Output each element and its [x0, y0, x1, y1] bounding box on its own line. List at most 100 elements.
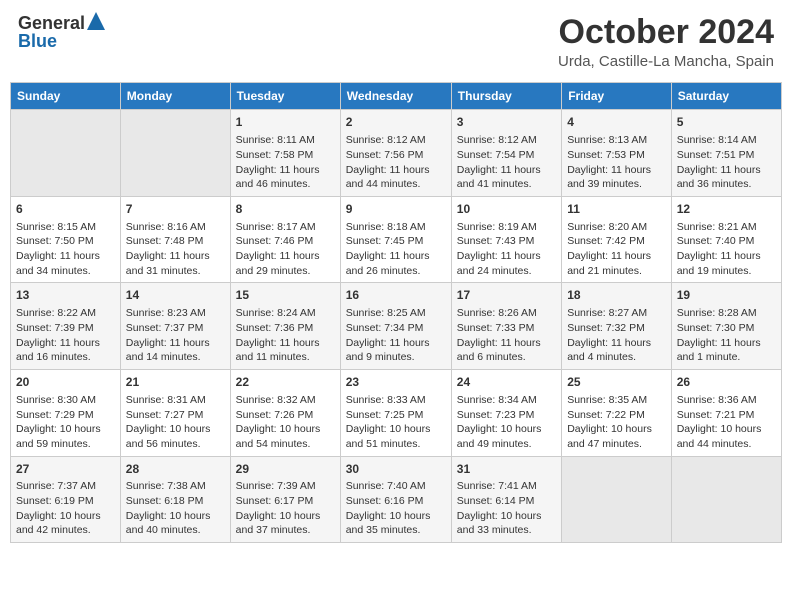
calendar-cell: 12Sunrise: 8:21 AM Sunset: 7:40 PM Dayli…: [671, 196, 781, 283]
calendar-cell: 11 Sunrise: 8:20 AM Sunset: 7:42 PM Dayli…: [562, 196, 672, 283]
logo-general-text: General: [18, 14, 85, 32]
calendar-cell: 3 Sunrise: 8:12 AM Sunset: 7:54 PM Daylig…: [451, 110, 561, 197]
calendar-cell: 27Sunrise: 7:37 AM Sunset: 6:19 PM Dayli…: [11, 456, 121, 543]
calendar-header-friday: Friday: [562, 83, 672, 110]
day-info: Sunrise: 8:17 AM Sunset: 7:46 PM Dayligh…: [236, 220, 335, 279]
calendar-cell: 6 Sunrise: 8:15 AM Sunset: 7:50 PM Daylig…: [11, 196, 121, 283]
calendar-cell: 1 Sunrise: 8:11 AM Sunset: 7:58 PM Daylig…: [230, 110, 340, 197]
day-number: 4: [567, 114, 666, 131]
calendar-cell: [562, 456, 672, 543]
day-info: Sunrise: 7:40 AM Sunset: 6:16 PM Dayligh…: [346, 479, 446, 538]
day-number: 28: [126, 461, 225, 478]
day-number: 30: [346, 461, 446, 478]
logo: General Blue: [18, 14, 105, 50]
day-number: 17: [457, 287, 556, 304]
calendar-header-saturday: Saturday: [671, 83, 781, 110]
day-info: Sunrise: 8:22 AM Sunset: 7:39 PM Dayligh…: [16, 306, 115, 365]
day-number: 15: [236, 287, 335, 304]
calendar-header-sunday: Sunday: [11, 83, 121, 110]
day-number: 13: [16, 287, 115, 304]
day-info: Sunrise: 7:38 AM Sunset: 6:18 PM Dayligh…: [126, 479, 225, 538]
logo-blue-text: Blue: [18, 32, 105, 50]
day-info: Sunrise: 8:14 AM Sunset: 7:51 PM Dayligh…: [677, 133, 776, 192]
calendar-cell: 29Sunrise: 7:39 AM Sunset: 6:17 PM Dayli…: [230, 456, 340, 543]
day-info: Sunrise: 8:32 AM Sunset: 7:26 PM Dayligh…: [236, 393, 335, 452]
day-info: Sunrise: 8:16 AM Sunset: 7:48 PM Dayligh…: [126, 220, 225, 279]
day-info: Sunrise: 8:13 AM Sunset: 7:53 PM Dayligh…: [567, 133, 666, 192]
calendar-cell: 18 Sunrise: 8:27 AM Sunset: 7:32 PM Dayli…: [562, 283, 672, 370]
calendar-cell: 20Sunrise: 8:30 AM Sunset: 7:29 PM Dayli…: [11, 370, 121, 457]
title-block: October 2024 Urda, Castille-La Mancha, S…: [558, 14, 774, 70]
day-info: Sunrise: 8:11 AM Sunset: 7:58 PM Dayligh…: [236, 133, 335, 192]
calendar-cell: 8 Sunrise: 8:17 AM Sunset: 7:46 PM Daylig…: [230, 196, 340, 283]
day-number: 31: [457, 461, 556, 478]
logo-triangle-icon: [87, 12, 105, 30]
day-info: Sunrise: 8:18 AM Sunset: 7:45 PM Dayligh…: [346, 220, 446, 279]
calendar-cell: 15Sunrise: 8:24 AM Sunset: 7:36 PM Dayli…: [230, 283, 340, 370]
day-number: 24: [457, 374, 556, 391]
calendar-header-row: SundayMondayTuesdayWednesdayThursdayFrid…: [11, 83, 782, 110]
day-info: Sunrise: 7:39 AM Sunset: 6:17 PM Dayligh…: [236, 479, 335, 538]
day-number: 21: [126, 374, 225, 391]
day-info: Sunrise: 8:20 AM Sunset: 7:42 PM Dayligh…: [567, 220, 666, 279]
calendar-cell: [11, 110, 121, 197]
calendar-week-row: 20Sunrise: 8:30 AM Sunset: 7:29 PM Dayli…: [11, 370, 782, 457]
calendar-cell: 30Sunrise: 7:40 AM Sunset: 6:16 PM Dayli…: [340, 456, 451, 543]
day-number: 5: [677, 114, 776, 131]
day-number: 6: [16, 201, 115, 218]
calendar-cell: 21 Sunrise: 8:31 AM Sunset: 7:27 PM Dayli…: [120, 370, 230, 457]
day-info: Sunrise: 8:27 AM Sunset: 7:32 PM Dayligh…: [567, 306, 666, 365]
day-info: Sunrise: 8:23 AM Sunset: 7:37 PM Dayligh…: [126, 306, 225, 365]
day-info: Sunrise: 8:12 AM Sunset: 7:56 PM Dayligh…: [346, 133, 446, 192]
day-info: Sunrise: 8:25 AM Sunset: 7:34 PM Dayligh…: [346, 306, 446, 365]
calendar-cell: 16 Sunrise: 8:25 AM Sunset: 7:34 PM Dayli…: [340, 283, 451, 370]
calendar-header-tuesday: Tuesday: [230, 83, 340, 110]
calendar-cell: 26Sunrise: 8:36 AM Sunset: 7:21 PM Dayli…: [671, 370, 781, 457]
calendar-cell: 4 Sunrise: 8:13 AM Sunset: 7:53 PM Daylig…: [562, 110, 672, 197]
calendar-cell: 14 Sunrise: 8:23 AM Sunset: 7:37 PM Dayli…: [120, 283, 230, 370]
calendar-cell: [120, 110, 230, 197]
calendar-cell: 9 Sunrise: 8:18 AM Sunset: 7:45 PM Daylig…: [340, 196, 451, 283]
day-number: 18: [567, 287, 666, 304]
day-info: Sunrise: 8:19 AM Sunset: 7:43 PM Dayligh…: [457, 220, 556, 279]
day-number: 11: [567, 201, 666, 218]
day-number: 25: [567, 374, 666, 391]
calendar-table: SundayMondayTuesdayWednesdayThursdayFrid…: [10, 82, 782, 543]
day-info: Sunrise: 8:36 AM Sunset: 7:21 PM Dayligh…: [677, 393, 776, 452]
day-number: 2: [346, 114, 446, 131]
day-info: Sunrise: 8:35 AM Sunset: 7:22 PM Dayligh…: [567, 393, 666, 452]
day-number: 29: [236, 461, 335, 478]
calendar-week-row: 13 Sunrise: 8:22 AM Sunset: 7:39 PM Dayli…: [11, 283, 782, 370]
calendar-cell: 24 Sunrise: 8:34 AM Sunset: 7:23 PM Dayli…: [451, 370, 561, 457]
day-info: Sunrise: 8:26 AM Sunset: 7:33 PM Dayligh…: [457, 306, 556, 365]
day-info: Sunrise: 8:15 AM Sunset: 7:50 PM Dayligh…: [16, 220, 115, 279]
day-info: Sunrise: 8:30 AM Sunset: 7:29 PM Dayligh…: [16, 393, 115, 452]
calendar-cell: 31Sunrise: 7:41 AM Sunset: 6:14 PM Dayli…: [451, 456, 561, 543]
calendar-cell: 5 Sunrise: 8:14 AM Sunset: 7:51 PM Daylig…: [671, 110, 781, 197]
day-number: 14: [126, 287, 225, 304]
day-number: 8: [236, 201, 335, 218]
day-number: 19: [677, 287, 776, 304]
day-info: Sunrise: 8:12 AM Sunset: 7:54 PM Dayligh…: [457, 133, 556, 192]
calendar-cell: [671, 456, 781, 543]
day-number: 22: [236, 374, 335, 391]
page-header: General Blue October 2024 Urda, Castille…: [10, 10, 782, 74]
calendar-cell: 13 Sunrise: 8:22 AM Sunset: 7:39 PM Dayli…: [11, 283, 121, 370]
day-number: 27: [16, 461, 115, 478]
day-number: 16: [346, 287, 446, 304]
calendar-week-row: 1 Sunrise: 8:11 AM Sunset: 7:58 PM Daylig…: [11, 110, 782, 197]
month-title: October 2024: [558, 14, 774, 51]
calendar-cell: 7Sunrise: 8:16 AM Sunset: 7:48 PM Daylig…: [120, 196, 230, 283]
calendar-week-row: 6 Sunrise: 8:15 AM Sunset: 7:50 PM Daylig…: [11, 196, 782, 283]
calendar-header-thursday: Thursday: [451, 83, 561, 110]
day-number: 10: [457, 201, 556, 218]
day-number: 1: [236, 114, 335, 131]
day-info: Sunrise: 8:31 AM Sunset: 7:27 PM Dayligh…: [126, 393, 225, 452]
calendar-cell: 2 Sunrise: 8:12 AM Sunset: 7:56 PM Daylig…: [340, 110, 451, 197]
day-number: 3: [457, 114, 556, 131]
day-info: Sunrise: 8:34 AM Sunset: 7:23 PM Dayligh…: [457, 393, 556, 452]
day-info: Sunrise: 8:28 AM Sunset: 7:30 PM Dayligh…: [677, 306, 776, 365]
day-number: 9: [346, 201, 446, 218]
day-number: 23: [346, 374, 446, 391]
calendar-cell: 10 Sunrise: 8:19 AM Sunset: 7:43 PM Dayli…: [451, 196, 561, 283]
